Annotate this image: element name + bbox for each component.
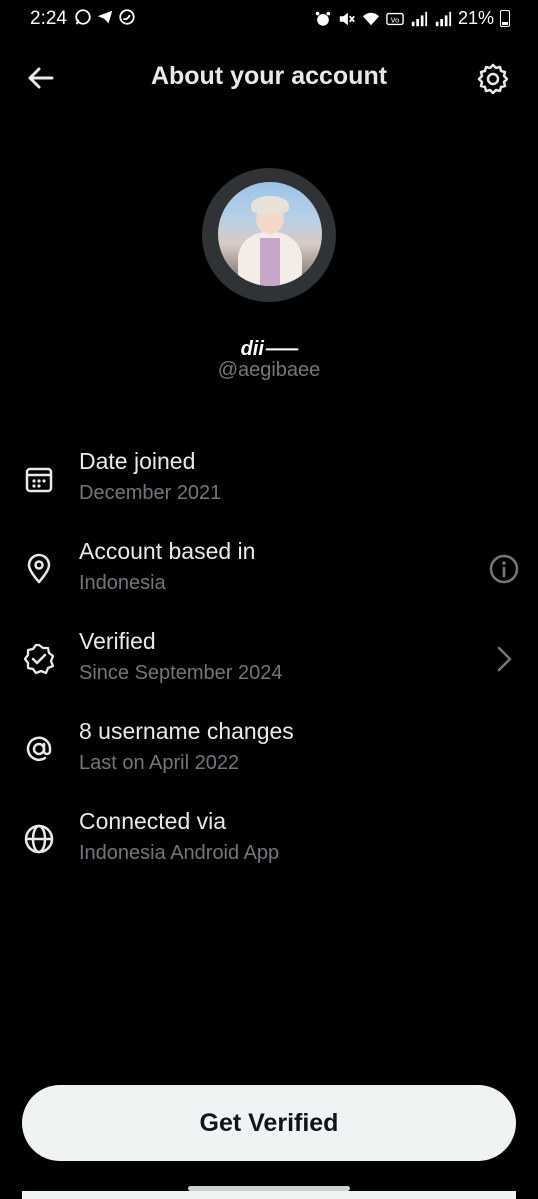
info-row-account-based-in: Account based in Indonesia xyxy=(0,538,538,608)
sync-icon xyxy=(119,9,135,25)
telegram-icon xyxy=(97,10,113,24)
home-indicator[interactable] xyxy=(188,1186,350,1191)
globe-icon xyxy=(24,824,54,854)
calendar-icon xyxy=(25,467,53,493)
gear-icon[interactable] xyxy=(476,62,510,96)
bottom-strip xyxy=(22,1191,516,1199)
row-title: Verified xyxy=(79,628,156,654)
row-title: 8 username changes xyxy=(79,718,294,744)
mute-icon xyxy=(339,12,355,25)
wifi-icon xyxy=(362,12,380,25)
row-subtitle: Indonesia Android App xyxy=(79,842,280,864)
status-time: 2:24 xyxy=(30,8,67,29)
avatar[interactable] xyxy=(218,182,322,286)
user-handle: @aegibaee xyxy=(217,359,321,381)
info-row-verified[interactable]: Verified Since September 2024 xyxy=(0,628,538,698)
notification-icons xyxy=(74,8,136,26)
signal-icon xyxy=(411,11,428,26)
whatsapp-icon xyxy=(75,9,91,25)
info-icon[interactable] xyxy=(488,553,520,585)
info-row-connected-via: Connected via Indonesia Android App xyxy=(0,808,538,878)
display-name: dii⸺ xyxy=(240,338,298,360)
page-title: About your account xyxy=(150,62,388,90)
status-bar: 2:24 Vo 21% xyxy=(0,0,538,38)
location-pin-icon xyxy=(27,553,51,584)
signal-icon-2 xyxy=(435,11,452,26)
row-title: Connected via xyxy=(79,808,227,834)
row-subtitle: Indonesia xyxy=(79,572,166,594)
get-verified-label: Get Verified xyxy=(199,1109,339,1137)
avatar-shirt xyxy=(260,238,280,286)
verified-badge-icon xyxy=(23,643,55,675)
row-subtitle: Since September 2024 xyxy=(79,662,283,684)
row-subtitle: Last on April 2022 xyxy=(79,752,240,774)
svg-text:Vo: Vo xyxy=(391,15,400,24)
volte-icon: Vo xyxy=(386,12,404,25)
avatar-ring xyxy=(202,168,336,302)
info-row-username-changes: 8 username changes Last on April 2022 xyxy=(0,718,538,788)
alarm-icon xyxy=(315,11,331,26)
system-status-icons: Vo 21% xyxy=(314,8,510,29)
row-subtitle: December 2021 xyxy=(79,482,222,504)
chevron-right-icon[interactable] xyxy=(488,643,520,675)
info-row-date-joined: Date joined December 2021 xyxy=(0,448,538,518)
top-app-bar: About your account xyxy=(0,50,538,106)
get-verified-button[interactable]: Get Verified xyxy=(22,1085,516,1161)
row-title: Date joined xyxy=(79,448,196,474)
avatar-hair xyxy=(251,196,289,214)
battery-icon xyxy=(500,10,510,27)
row-title: Account based in xyxy=(79,538,256,564)
battery-percent: 21% xyxy=(457,8,494,28)
at-sign-icon xyxy=(26,736,52,761)
